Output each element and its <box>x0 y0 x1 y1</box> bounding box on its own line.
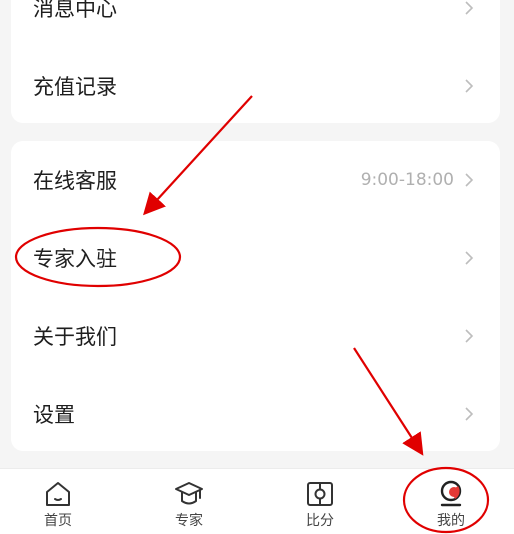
score-icon <box>307 482 333 506</box>
bottom-tab-bar: 首页 专家 比分 我的 <box>0 468 514 534</box>
graduation-cap-icon <box>175 482 203 505</box>
chevron-right-icon <box>465 1 474 15</box>
menu-item-message-center[interactable]: 消息中心 <box>11 0 500 47</box>
chevron-right-icon <box>465 329 474 343</box>
tab-label: 比分 <box>306 513 334 529</box>
menu-item-label: 设置 <box>33 403 75 427</box>
chevron-right-icon <box>465 79 474 93</box>
chevron-right-icon <box>465 407 474 421</box>
menu-item-label: 消息中心 <box>33 0 117 21</box>
menu-item-online-service[interactable]: 在线客服 9:00-18:00 <box>11 141 500 219</box>
menu-item-expert-join[interactable]: 专家入驻 <box>11 219 500 297</box>
tab-mine[interactable]: 我的 <box>387 469 514 534</box>
service-hours: 9:00-18:00 <box>360 170 454 190</box>
menu-item-label: 专家入驻 <box>33 247 117 271</box>
menu-item-label: 在线客服 <box>33 169 117 193</box>
tab-label: 专家 <box>175 513 203 529</box>
menu-item-label: 充值记录 <box>33 75 117 99</box>
chevron-right-icon <box>465 173 474 187</box>
chevron-right-icon <box>465 251 474 265</box>
menu-item-about-us[interactable]: 关于我们 <box>11 297 500 375</box>
menu-card-service: 在线客服 9:00-18:00 专家入驻 关于我们 设置 <box>11 141 500 451</box>
tab-scores[interactable]: 比分 <box>256 469 384 534</box>
tab-home[interactable]: 首页 <box>0 469 122 534</box>
menu-item-recharge-records[interactable]: 充值记录 <box>11 47 500 123</box>
tab-label: 我的 <box>437 513 465 529</box>
menu-card-account: 消息中心 充值记录 <box>11 0 500 123</box>
tab-experts[interactable]: 专家 <box>125 469 253 534</box>
tab-label: 首页 <box>44 513 72 529</box>
profile-icon <box>440 480 462 507</box>
menu-item-settings[interactable]: 设置 <box>11 375 500 451</box>
home-icon <box>46 482 70 506</box>
menu-item-label: 关于我们 <box>33 325 117 349</box>
